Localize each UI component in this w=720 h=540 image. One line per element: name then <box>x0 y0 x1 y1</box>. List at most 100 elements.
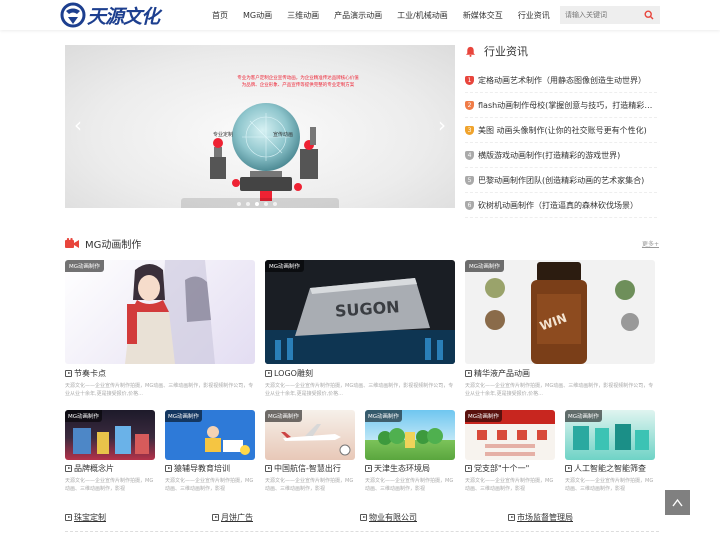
news-item-text: 砍树机动画制作（打造逼真的森林砍伐场景） <box>478 200 638 210</box>
category-tag: MG动画制作 <box>265 410 303 422</box>
site-logo[interactable]: 天源文化 <box>60 2 160 28</box>
nav-item-mg[interactable]: MG动画 <box>243 10 272 21</box>
carousel-dot[interactable] <box>273 202 277 206</box>
play-icon <box>65 370 72 377</box>
nav-item-product-demo[interactable]: 产品演示动画 <box>334 10 382 21</box>
category-tag: MG动画制作 <box>65 260 105 272</box>
news-list: 1 定格动画艺术制作（用静态图像创造生动世界） 2 flash动画制作母校(掌握创意与… <box>465 68 657 218</box>
play-icon <box>565 465 572 472</box>
carousel-dot[interactable] <box>264 202 268 206</box>
news-item[interactable]: 2 flash动画制作母校(掌握创意与技巧，打造精彩动画作品) <box>465 93 657 118</box>
video-card[interactable]: MG动画制作 WIN 精华液产品动画 天源文化——企业宣传片制作拍摄，MG动画、… <box>465 260 655 398</box>
search-input[interactable] <box>560 6 640 24</box>
section-title: MG动画制作 <box>85 239 142 251</box>
bottom-link[interactable]: 珠宝定制 <box>65 512 106 523</box>
video-thumbnail[interactable]: MG动画制作 <box>165 410 255 460</box>
category-tag: MG动画制作 <box>565 410 603 422</box>
bottom-link[interactable]: 市场监督管理局 <box>508 512 573 523</box>
logo-mark-icon <box>60 2 86 28</box>
carousel-dot[interactable] <box>237 202 241 206</box>
news-item-text: 美图 动画头像制作(让你的社交账号更有个性化) <box>478 125 647 135</box>
video-card-small[interactable]: MG动画制作 党支部"十个一" 天源文化——企业宣传片制作拍摄，MG动画、三维动… <box>465 410 555 493</box>
video-card-desc: 天源文化——企业宣传片制作拍摄，MG动画、三维动画制作，影视 <box>565 478 654 492</box>
play-icon <box>265 465 272 472</box>
nav-item-news[interactable]: 行业资讯 <box>518 10 550 21</box>
video-card-small[interactable]: MG动画制作 中国航信-智慧出行 天源文化——企业宣传片制作拍摄，MG动画、三维… <box>265 410 355 493</box>
category-tag: MG动画制作 <box>265 260 305 272</box>
video-card-desc: 天源文化——企业宣传片制作拍摄，MG动画、三维动画制作，影视视频制作公司，专业从… <box>65 383 254 397</box>
search-icon[interactable] <box>644 10 654 20</box>
main-nav: 首页 MG动画 三维动画 产品演示动画 工业/机械动画 新媒体交互 行业资讯 <box>212 0 565 30</box>
news-item[interactable]: 3 美图 动画头像制作(让你的社交账号更有个性化) <box>465 118 657 143</box>
news-rank-badge: 3 <box>465 125 474 135</box>
video-card-desc: 天源文化——企业宣传片制作拍摄，MG动画、三维动画制作，影视 <box>265 478 354 492</box>
video-card-title[interactable]: 党支部"十个一" <box>465 463 555 474</box>
play-icon <box>360 514 367 521</box>
video-card-desc: 天源文化——企业宣传片制作拍摄，MG动画、三维动画制作，影视视频制作公司，专业从… <box>465 383 654 397</box>
video-card-title[interactable]: 节奏卡点 <box>65 368 255 379</box>
play-icon <box>465 465 472 472</box>
news-item-text: 横版游戏动画制作(打造精彩的游戏世界) <box>478 150 621 160</box>
bottom-link[interactable]: 物业有限公司 <box>360 512 417 523</box>
banner-carousel[interactable]: 专业为客户定制企业宣传动画，为企业精准传达品牌核心价值 为品牌、企业形象、产品宣… <box>65 45 455 208</box>
play-icon <box>265 370 272 377</box>
nav-item-industrial[interactable]: 工业/机械动画 <box>397 10 448 21</box>
play-icon <box>65 514 72 521</box>
news-title: 行业资讯 <box>484 45 528 58</box>
news-item[interactable]: 6 砍树机动画制作（打造逼真的森林砍伐场景） <box>465 193 657 218</box>
banner-prev-arrow-icon[interactable]: ‹ <box>71 115 85 135</box>
more-link[interactable]: 更多+ <box>642 239 659 248</box>
video-card-small[interactable]: MG动画制作 品牌概念片 天源文化——企业宣传片制作拍摄，MG动画、三维动画制作… <box>65 410 155 493</box>
news-rank-badge: 2 <box>465 100 474 110</box>
banner-tag-left: 专业定制 <box>213 132 234 138</box>
video-thumbnail[interactable]: MG动画制作 WIN <box>465 260 655 364</box>
carousel-dot[interactable] <box>255 202 259 206</box>
video-card-desc: 天源文化——企业宣传片制作拍摄，MG动画、三维动画制作，影视 <box>365 478 454 492</box>
video-card-title[interactable]: 猿辅导教育培训 <box>165 463 255 474</box>
video-card-small[interactable]: MG动画制作 人工智能之智能筛查 天源文化——企业宣传片制作拍摄，MG动画、三维… <box>565 410 655 493</box>
mg-section-header: MG动画制作 更多+ <box>65 234 659 252</box>
news-item-text: flash动画制作母校(掌握创意与技巧，打造精彩动画作品) <box>478 100 656 110</box>
play-icon <box>65 465 72 472</box>
bottom-link[interactable]: 月饼广告 <box>212 512 253 523</box>
news-header: 行业资讯 <box>465 42 657 60</box>
video-card-title[interactable]: 人工智能之智能筛查 <box>565 463 655 474</box>
nav-item-new-media[interactable]: 新媒体交互 <box>463 10 503 21</box>
banner-pagination <box>237 202 277 206</box>
video-thumbnail[interactable]: MG动画制作 <box>265 410 355 460</box>
play-icon <box>365 465 372 472</box>
banner-next-arrow-icon[interactable]: › <box>435 115 449 135</box>
video-thumbnail[interactable]: MG动画制作 <box>465 410 555 460</box>
video-card-title[interactable]: LOGO雕刻 <box>265 368 455 379</box>
video-card[interactable]: MG动画制作 节奏卡点 天源文化——企业宣传片制作拍摄，MG动画、三维动画制作，… <box>65 260 255 398</box>
video-thumbnail[interactable]: MG动画制作 <box>565 410 655 460</box>
category-tag: MG动画制作 <box>465 260 505 272</box>
category-tag: MG动画制作 <box>165 410 203 422</box>
news-panel: 行业资讯 1 定格动画艺术制作（用静态图像创造生动世界） 2 flash动画制作母校(… <box>465 42 657 218</box>
back-to-top-button[interactable] <box>665 490 690 515</box>
video-card-title[interactable]: 品牌概念片 <box>65 463 155 474</box>
video-card-small[interactable]: MG动画制作 天津生态环境局 天源文化——企业宣传片制作拍摄，MG动画、三维动画… <box>365 410 455 493</box>
video-card-title[interactable]: 中国航信-智慧出行 <box>265 463 355 474</box>
video-thumbnail[interactable]: MG动画制作 <box>365 410 455 460</box>
bottom-link-row: 珠宝定制 月饼广告 物业有限公司 市场监督管理局 <box>65 512 659 526</box>
video-thumbnail[interactable]: MG动画制作 SUGON <box>265 260 455 364</box>
news-rank-badge: 5 <box>465 175 474 185</box>
video-thumbnail[interactable]: MG动画制作 <box>65 260 255 364</box>
video-thumbnail[interactable]: MG动画制作 <box>65 410 155 460</box>
video-card-title[interactable]: 精华液产品动画 <box>465 368 655 379</box>
news-item[interactable]: 5 巴黎动画制作团队(创造精彩动画的艺术家集合) <box>465 168 657 193</box>
nav-item-home[interactable]: 首页 <box>212 10 228 21</box>
nav-item-3d[interactable]: 三维动画 <box>287 10 319 21</box>
banner-tag-right: 宣传动画 <box>273 132 294 138</box>
video-card-title[interactable]: 天津生态环境局 <box>365 463 455 474</box>
carousel-dot[interactable] <box>246 202 250 206</box>
news-item-text: 巴黎动画制作团队(创造精彩动画的艺术家集合) <box>478 175 645 185</box>
news-item[interactable]: 1 定格动画艺术制作（用静态图像创造生动世界） <box>465 68 657 93</box>
video-card[interactable]: MG动画制作 SUGON LOGO雕刻 天源文化——企业宣传片制作拍摄，MG动画… <box>265 260 455 398</box>
search-box <box>560 6 660 24</box>
logo-text: 天源文化 <box>87 5 160 28</box>
video-card-small[interactable]: MG动画制作 猿辅导教育培训 天源文化——企业宣传片制作拍摄，MG动画、三维动画… <box>165 410 255 493</box>
chip-illustration: SUGON <box>265 278 455 364</box>
news-item[interactable]: 4 横版游戏动画制作(打造精彩的游戏世界) <box>465 143 657 168</box>
